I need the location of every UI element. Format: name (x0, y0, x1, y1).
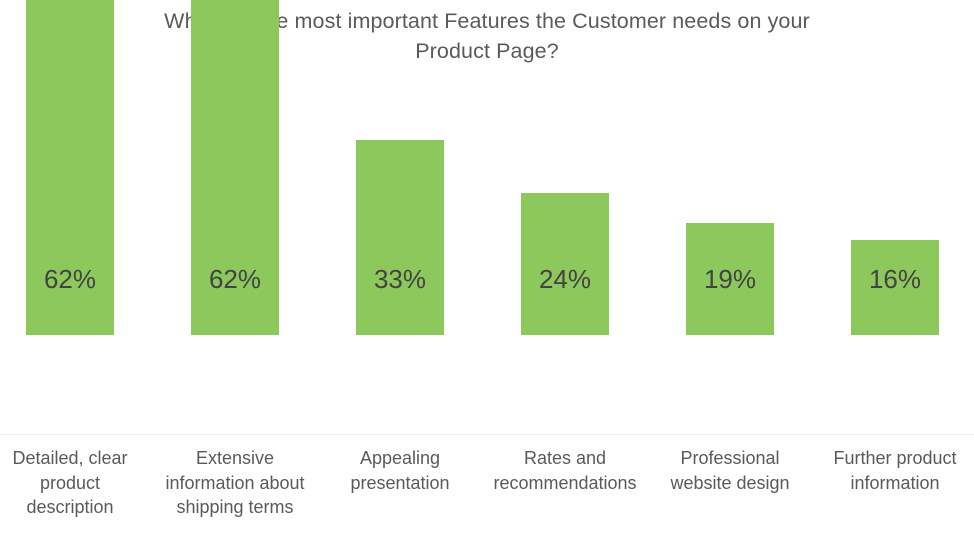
bar-value-label: 19% (703, 264, 757, 294)
plot-area: 62% 62% 33% 24% 19% 16% (0, 0, 974, 436)
x-axis-tick-label: Rates and recommendations (493, 448, 637, 493)
bar-value-label: 16% (868, 264, 922, 294)
bar-value-label: 62% (208, 264, 262, 294)
x-axis-tick-label: Detailed, clear product description (12, 448, 128, 517)
x-axis-tick-label: Further product information (833, 448, 957, 493)
x-axis-tick-labels: Detailed, clear product description Exte… (0, 446, 974, 535)
bar-value-label: 24% (538, 264, 592, 294)
bar-value-label: 33% (373, 264, 427, 294)
bar[interactable] (356, 140, 444, 335)
x-axis-tick-label: Appealing presentation (350, 448, 450, 493)
bar-value-label: 62% (43, 264, 97, 294)
bar-chart: What are the most important Features the… (0, 0, 974, 535)
x-axis-tick-label: Professional website design (670, 448, 790, 493)
x-axis-tick-label: Extensive information about shipping ter… (165, 448, 305, 517)
x-axis-line (0, 434, 974, 435)
